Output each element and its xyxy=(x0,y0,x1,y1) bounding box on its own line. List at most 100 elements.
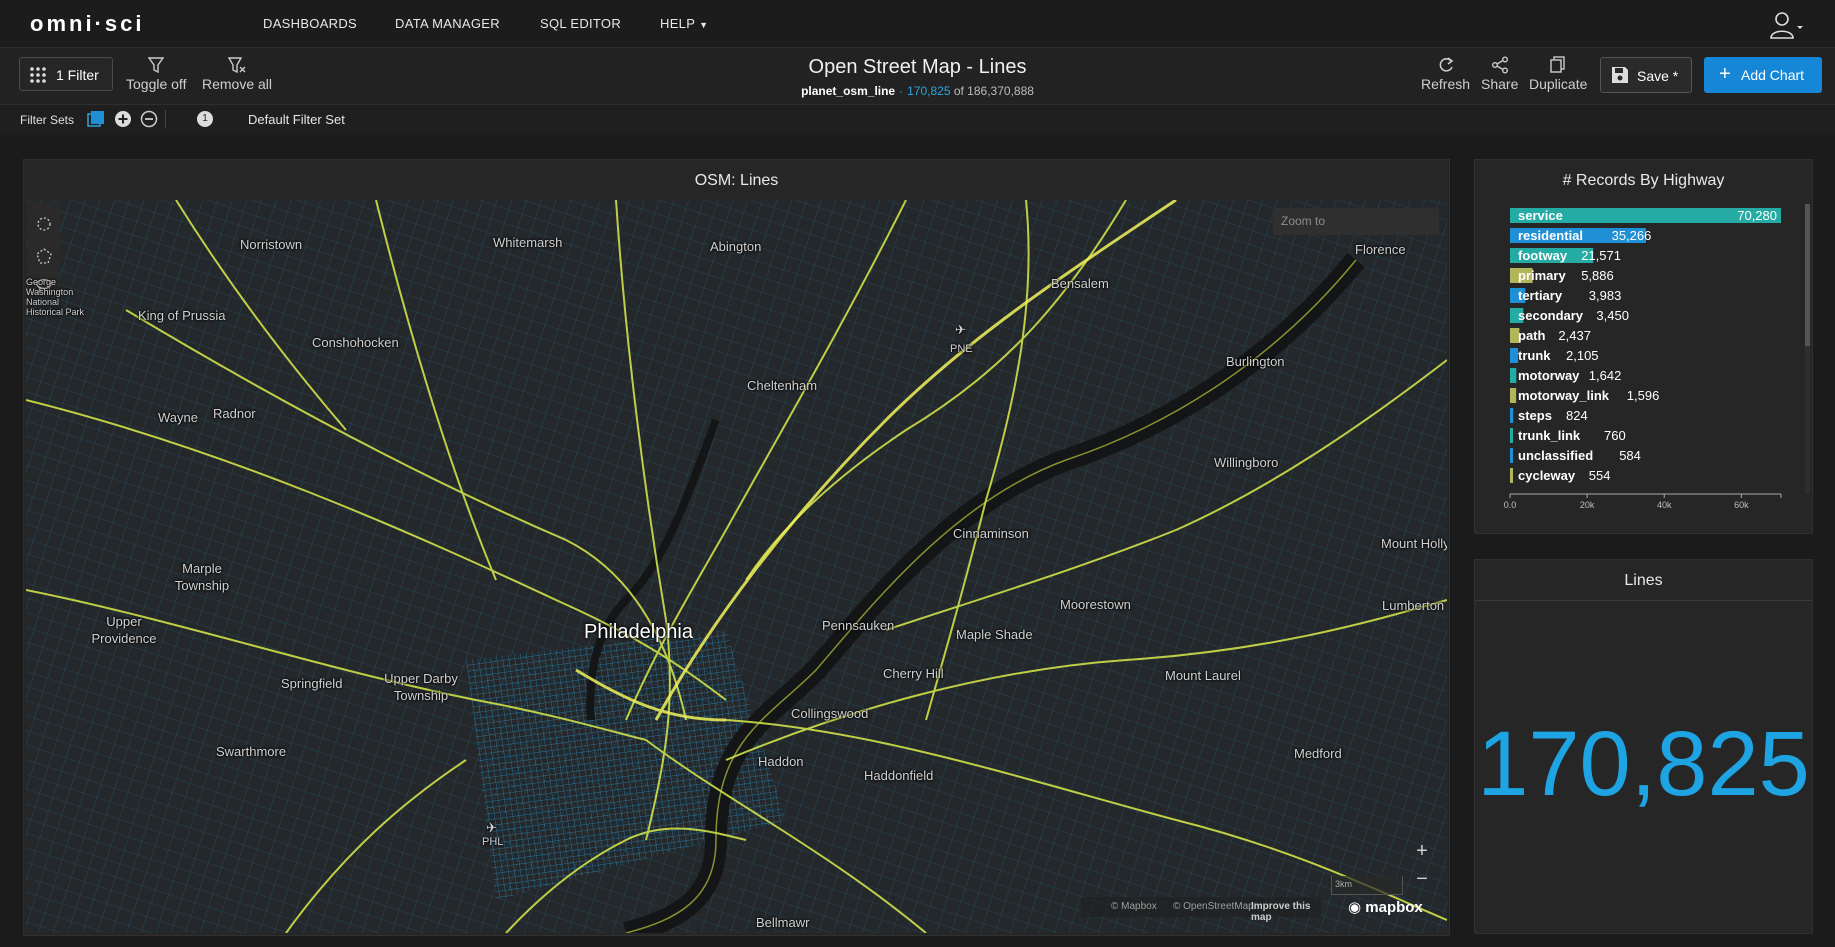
bar-trunk[interactable] xyxy=(1510,348,1519,363)
refresh-button[interactable]: Refresh xyxy=(1421,56,1470,92)
bar-label: tertiary xyxy=(1518,288,1563,303)
number-chart-title[interactable]: Lines xyxy=(1475,572,1812,590)
remove-filter-set-icon[interactable] xyxy=(140,110,158,128)
highway-bar-chart[interactable]: service 70,280 residential 35,266 footway 21,… xyxy=(1475,202,1814,532)
bar-label: residential xyxy=(1518,228,1583,243)
highway-chart-title[interactable]: # Records By Highway xyxy=(1475,172,1812,190)
bar-value: 2,437 xyxy=(1558,328,1591,343)
share-button[interactable]: Share xyxy=(1481,56,1518,92)
total-count: of 186,370,888 xyxy=(953,84,1034,98)
place-label: Lumberton xyxy=(1382,598,1445,613)
bar-steps[interactable] xyxy=(1510,408,1514,423)
map-chart-title[interactable]: OSM: Lines xyxy=(24,172,1449,190)
bar-value: 70,280 xyxy=(1737,208,1777,223)
zoom-in-button[interactable]: + xyxy=(1406,838,1438,866)
zoom-to-input[interactable]: Zoom to xyxy=(1273,208,1439,235)
big-number-value: 170,825 xyxy=(1477,713,1810,815)
place-label: King of Prussia xyxy=(138,308,226,323)
bar-label: secondary xyxy=(1518,308,1584,323)
bar-value: 3,450 xyxy=(1596,308,1629,323)
place-label: Cherry Hill xyxy=(883,666,944,681)
improve-map-link[interactable]: Improve this map xyxy=(1251,901,1321,923)
chart-scrollbar-thumb[interactable] xyxy=(1805,204,1810,346)
nav-dashboards[interactable]: DASHBOARDS xyxy=(263,16,357,31)
mapbox-logo[interactable]: ◉ mapbox xyxy=(1348,898,1423,916)
place-label: Willingboro xyxy=(1214,455,1279,470)
plus-icon: + xyxy=(1719,63,1731,85)
bar-unclassified[interactable] xyxy=(1510,448,1513,463)
place-label: Upper Darby Township xyxy=(384,671,458,703)
filter-sets-manager-icon[interactable] xyxy=(87,110,105,128)
add-chart-label: Add Chart xyxy=(1741,67,1805,83)
bar-value: 584 xyxy=(1619,448,1641,463)
bar-label: footway xyxy=(1518,248,1568,263)
place-label: Springfield xyxy=(281,676,343,691)
share-icon xyxy=(1491,56,1508,74)
place-label: Maple Shade xyxy=(956,627,1033,642)
bar-label: path xyxy=(1518,328,1546,343)
save-label: Save * xyxy=(1637,68,1679,84)
polygon-select-icon[interactable] xyxy=(36,248,52,264)
place-label: Radnor xyxy=(213,406,256,421)
attribution-mapbox[interactable]: © Mapbox xyxy=(1111,901,1157,912)
refresh-label: Refresh xyxy=(1421,76,1471,92)
x-tick-label: 20k xyxy=(1580,500,1595,510)
x-tick-label: 40k xyxy=(1657,500,1672,510)
map-attribution: © Mapbox © OpenStreetMap Improve this ma… xyxy=(1081,897,1321,923)
circle-select-icon[interactable] xyxy=(36,216,52,232)
duplicate-button[interactable]: Duplicate xyxy=(1529,56,1587,92)
map-canvas[interactable]: Norristown Whitemarsh Abington Florence … xyxy=(26,200,1447,933)
save-button[interactable]: Save * xyxy=(1600,57,1692,93)
nav-data-manager[interactable]: DATA MANAGER xyxy=(395,16,500,31)
filter-set-count-badge: 1 xyxy=(197,111,213,127)
bar-motorway_link[interactable] xyxy=(1510,388,1517,403)
add-filter-set-icon[interactable] xyxy=(114,110,132,128)
bar-label: motorway_link xyxy=(1518,388,1610,403)
zoom-out-button[interactable]: − xyxy=(1406,866,1438,894)
place-label: Mount Holly xyxy=(1381,536,1447,551)
city-label: Philadelphia xyxy=(584,621,693,643)
bar-value: 1,642 xyxy=(1589,368,1622,383)
bar-cycleway[interactable] xyxy=(1510,468,1513,483)
place-label: Collingswood xyxy=(791,706,869,721)
bar-value: 760 xyxy=(1604,428,1626,443)
bar-value: 1,596 xyxy=(1627,388,1660,403)
scale-label: 3km xyxy=(1335,879,1353,889)
place-label: Norristown xyxy=(240,237,303,252)
omnisci-logo[interactable]: omni·sci xyxy=(30,11,144,37)
save-icon xyxy=(1612,67,1628,83)
add-chart-button[interactable]: + Add Chart xyxy=(1704,57,1822,93)
x-tick-label: 0.0 xyxy=(1504,500,1517,510)
place-label: Upper Providence xyxy=(91,614,157,646)
bar-value: 21,571 xyxy=(1581,248,1621,263)
bar-value: 824 xyxy=(1566,408,1588,423)
zoom-controls: + − xyxy=(1406,838,1438,894)
user-account-icon[interactable] xyxy=(1769,10,1803,40)
road-network-layer xyxy=(26,200,1447,933)
bar-value: 35,266 xyxy=(1612,228,1652,243)
nav-help[interactable]: HELP ▼ xyxy=(660,16,708,31)
x-axis: 0.0 20k 40k 60k xyxy=(1504,493,1782,510)
divider xyxy=(1475,600,1812,601)
number-chart-panel: Lines 170,825 xyxy=(1474,559,1813,934)
place-label: Burlington xyxy=(1226,354,1285,369)
bar-label: trunk xyxy=(1518,348,1551,363)
bar-value: 3,983 xyxy=(1589,288,1622,303)
place-label: George Washington National Historical Pa… xyxy=(26,277,85,317)
place-label: Pennsauken xyxy=(822,618,895,633)
bar-motorway[interactable] xyxy=(1510,368,1517,383)
filtered-count: 170,825 xyxy=(907,84,951,98)
table-name[interactable]: planet_osm_line xyxy=(801,84,895,98)
zoom-to-placeholder: Zoom to xyxy=(1281,214,1326,228)
bar-label: motorway xyxy=(1518,368,1580,383)
place-label: Florence xyxy=(1355,242,1406,257)
filter-set-name[interactable]: Default Filter Set xyxy=(248,112,345,127)
duplicate-icon xyxy=(1550,56,1565,73)
attribution-osm[interactable]: © OpenStreetMap xyxy=(1173,901,1254,912)
bar-value: 554 xyxy=(1589,468,1611,483)
bar-trunk_link[interactable] xyxy=(1510,428,1513,443)
bar-label: unclassified xyxy=(1518,448,1593,463)
place-label: Swarthmore xyxy=(216,744,287,759)
nav-sql-editor[interactable]: SQL EDITOR xyxy=(540,16,621,31)
place-label: Bellmawr xyxy=(756,915,810,930)
